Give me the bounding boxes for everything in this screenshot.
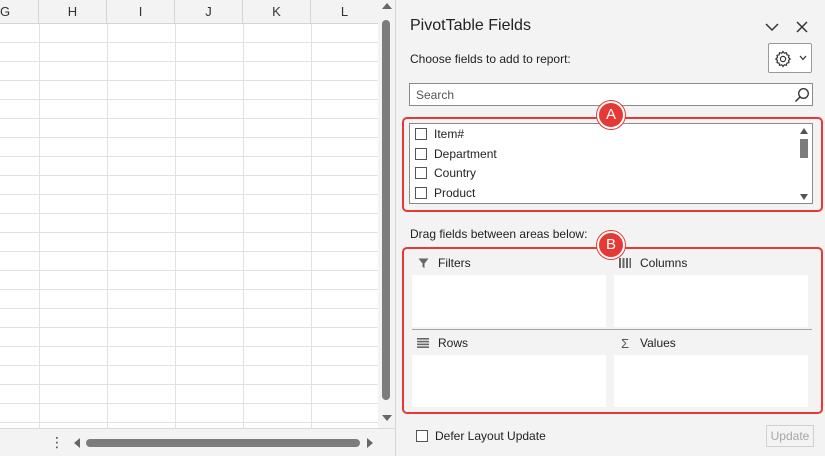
scroll-right-arrow-icon[interactable] — [367, 438, 373, 448]
column-header-l[interactable]: L — [311, 0, 378, 24]
cell-grid[interactable] — [0, 24, 378, 428]
vertical-scroll-thumb[interactable] — [382, 20, 390, 400]
search-icon[interactable] — [794, 87, 810, 103]
search-input[interactable] — [410, 84, 790, 105]
horizontal-scroll-bar-area: ⋮ — [0, 428, 395, 456]
drag-fields-label: Drag fields between areas below: — [410, 227, 588, 241]
scroll-left-arrow-icon[interactable] — [74, 438, 80, 448]
column-header-j[interactable]: J — [175, 0, 243, 24]
pane-title: PivotTable Fields — [410, 17, 531, 34]
settings-button[interactable] — [768, 43, 812, 73]
column-header-g[interactable]: G — [0, 0, 39, 24]
more-icon[interactable]: ⋮ — [50, 435, 64, 449]
defer-label: Defer Layout Update — [435, 429, 546, 443]
column-header-k[interactable]: K — [243, 0, 311, 24]
callout-b-highlight — [402, 247, 823, 414]
callout-a-highlight — [402, 117, 823, 212]
vertical-scrollbar[interactable] — [378, 0, 395, 428]
callout-a-badge: A — [597, 101, 625, 129]
horizontal-scroll-thumb[interactable] — [86, 439, 360, 447]
choose-fields-label: Choose fields to add to report: — [410, 52, 571, 66]
defer-layout-update[interactable]: Defer Layout Update — [416, 429, 546, 443]
column-header-i[interactable]: I — [107, 0, 175, 24]
column-headers: G H I J K L — [0, 0, 378, 24]
scroll-down-arrow-icon[interactable] — [382, 415, 392, 421]
spreadsheet-area: G H I J K L ⋮ — [0, 0, 395, 456]
gear-icon — [774, 50, 792, 68]
update-button[interactable]: Update — [766, 425, 814, 447]
scroll-up-arrow-icon[interactable] — [382, 3, 392, 9]
defer-checkbox[interactable] — [416, 430, 428, 442]
close-icon[interactable] — [795, 20, 809, 34]
callout-b-badge: B — [597, 231, 625, 259]
collapse-chevron-icon[interactable] — [764, 20, 780, 34]
chevron-down-icon — [799, 55, 807, 61]
column-header-h[interactable]: H — [39, 0, 107, 24]
